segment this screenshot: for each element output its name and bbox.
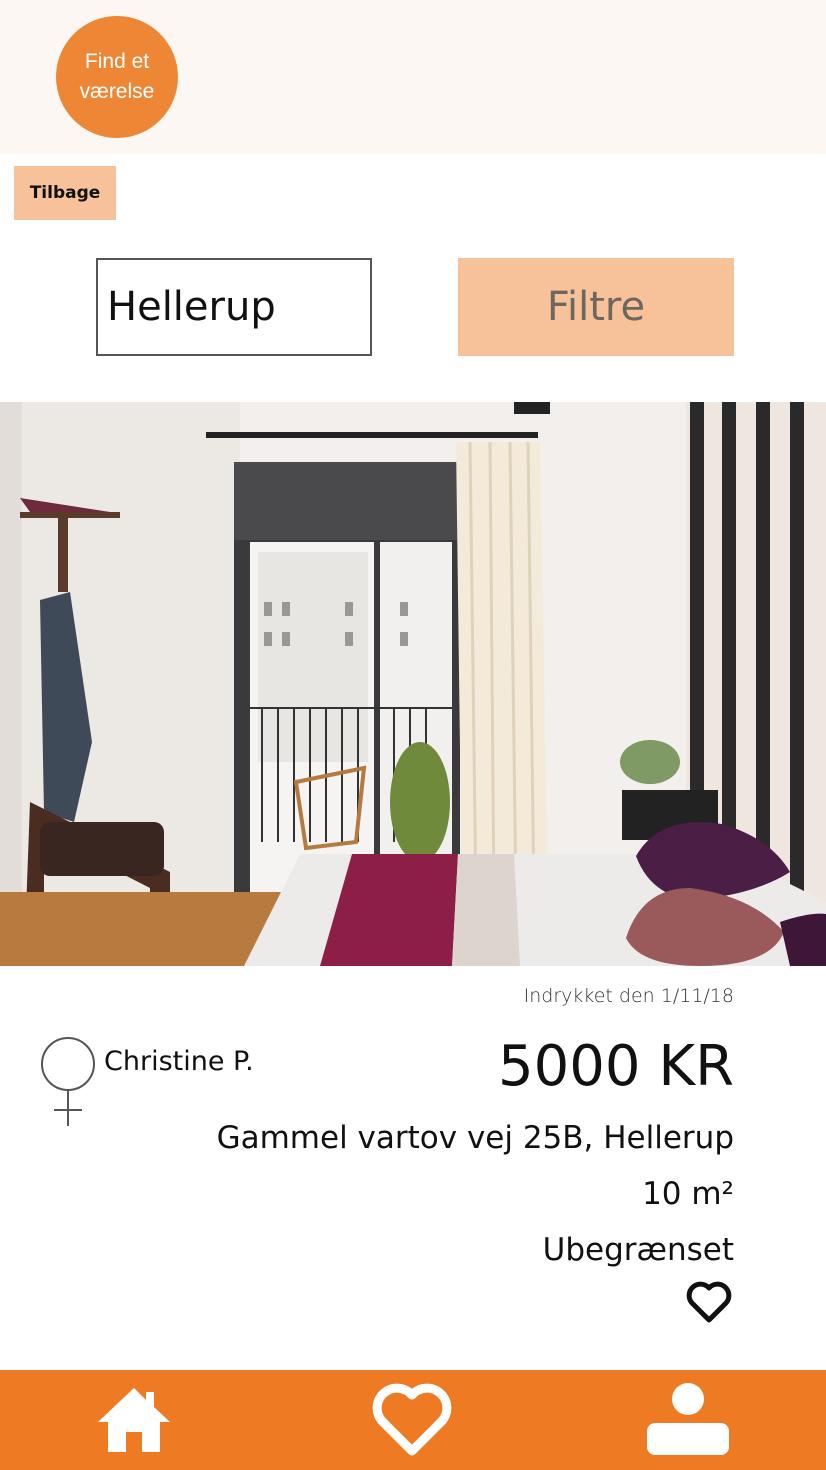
app-logo-button[interactable]: Find et værelse <box>56 16 178 138</box>
female-symbol-icon <box>41 1037 95 1126</box>
top-header: Find et værelse <box>0 0 826 154</box>
location-search-input[interactable] <box>96 258 372 356</box>
bottom-nav <box>0 1370 826 1470</box>
posted-date: Indrykket den 1/11/18 <box>523 985 734 1007</box>
home-icon <box>98 1388 170 1452</box>
listing-period: Ubegrænset <box>542 1232 734 1268</box>
nav-home-button[interactable] <box>80 1370 188 1470</box>
room-photo[interactable] <box>0 402 826 966</box>
heart-outline-icon[interactable] <box>686 1280 732 1324</box>
listing-price: 5000 KR <box>498 1034 734 1099</box>
nav-profile-button[interactable] <box>634 1370 742 1470</box>
heart-icon <box>372 1383 452 1456</box>
user-icon <box>647 1383 729 1455</box>
filter-button[interactable]: Filtre <box>458 258 734 356</box>
back-button[interactable]: Tilbage <box>14 166 116 220</box>
listing-address: Gammel vartov vej 25B, Hellerup <box>216 1120 734 1156</box>
owner-name[interactable]: Christine P. <box>104 1046 254 1077</box>
listing-size: 10 m² <box>642 1176 734 1212</box>
nav-favorites-button[interactable] <box>358 1370 466 1470</box>
